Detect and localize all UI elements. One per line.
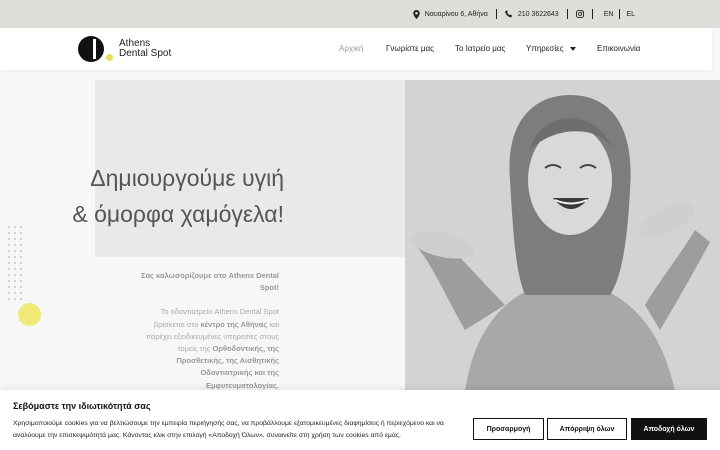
hero-heading: Δημιουργούμε υγιή & όμορφα χαμόγελα! — [72, 160, 284, 232]
main-nav: Αρχική Γνωρίστε μας Το Ιατρείο μας Υπηρε… — [0, 28, 712, 70]
hero-image — [405, 80, 720, 392]
main-header: Athens Dental Spot Αρχική Γνωρίστε μας Τ… — [0, 28, 712, 70]
hero-heading-line1: Δημιουργούμε υγιή — [90, 165, 284, 191]
intro-text-b: κέντρο της Αθήνας — [200, 319, 268, 329]
smiling-woman-illustration — [405, 80, 720, 392]
address-item[interactable]: Ναυαρίνου 6, Αθήνα — [413, 9, 488, 19]
phone-icon — [504, 10, 512, 18]
decorative-dot-grid — [6, 224, 24, 300]
top-bar: Ναυαρίνου 6, Αθήνα 210 3622643 EN EL — [0, 0, 720, 28]
customize-button[interactable]: Προσαρμογή — [473, 418, 544, 440]
accept-all-button[interactable]: Αποδοχή όλων — [631, 418, 707, 440]
divider — [566, 9, 568, 19]
nav-services-label: Υπηρεσίες — [526, 44, 564, 53]
address-text: Ναυαρίνου 6, Αθήνα — [424, 10, 488, 18]
nav-services[interactable]: Υπηρεσίες — [526, 44, 576, 53]
decorative-yellow-circle — [18, 303, 41, 326]
reject-all-button[interactable]: Απόρριψη όλων — [547, 418, 627, 440]
nav-contact[interactable]: Επικοινωνία — [597, 44, 640, 53]
location-pin-icon — [413, 9, 420, 19]
chevron-down-icon — [569, 46, 576, 51]
cookie-banner: Σεβόμαστε την ιδιωτικότητά σας Χρησιμοπο… — [0, 390, 720, 450]
cookie-description: Χρησιμοποιούμε cookies για να βελτιώσουμ… — [13, 420, 444, 439]
lang-el[interactable]: EL — [626, 11, 635, 18]
divider — [619, 9, 621, 19]
divider — [495, 9, 497, 19]
lang-en[interactable]: EN — [604, 11, 614, 18]
intro-paragraph: Το οδοντιατρείο Athens Dental Spot βρίσκ… — [130, 306, 279, 391]
nav-about[interactable]: Γνωρίστε μας — [386, 44, 434, 53]
phone-item[interactable]: 210 3622643 — [504, 10, 559, 18]
instagram-icon[interactable] — [575, 10, 584, 18]
divider — [591, 9, 593, 19]
welcome-text: Σας καλωσορίζουμε στο Athens Dental Spot… — [140, 271, 279, 293]
intro-text-block: Σας καλωσορίζουμε στο Athens Dental Spot… — [130, 270, 279, 404]
phone-text: 210 3622643 — [517, 10, 559, 18]
nav-clinic[interactable]: Το Ιατρείο μας — [455, 44, 505, 53]
cookie-title: Σεβόμαστε την ιδιωτικότητά σας — [13, 401, 151, 411]
hero-heading-line2: & όμορφα χαμόγελα! — [72, 201, 284, 227]
nav-home[interactable]: Αρχική — [339, 44, 363, 53]
